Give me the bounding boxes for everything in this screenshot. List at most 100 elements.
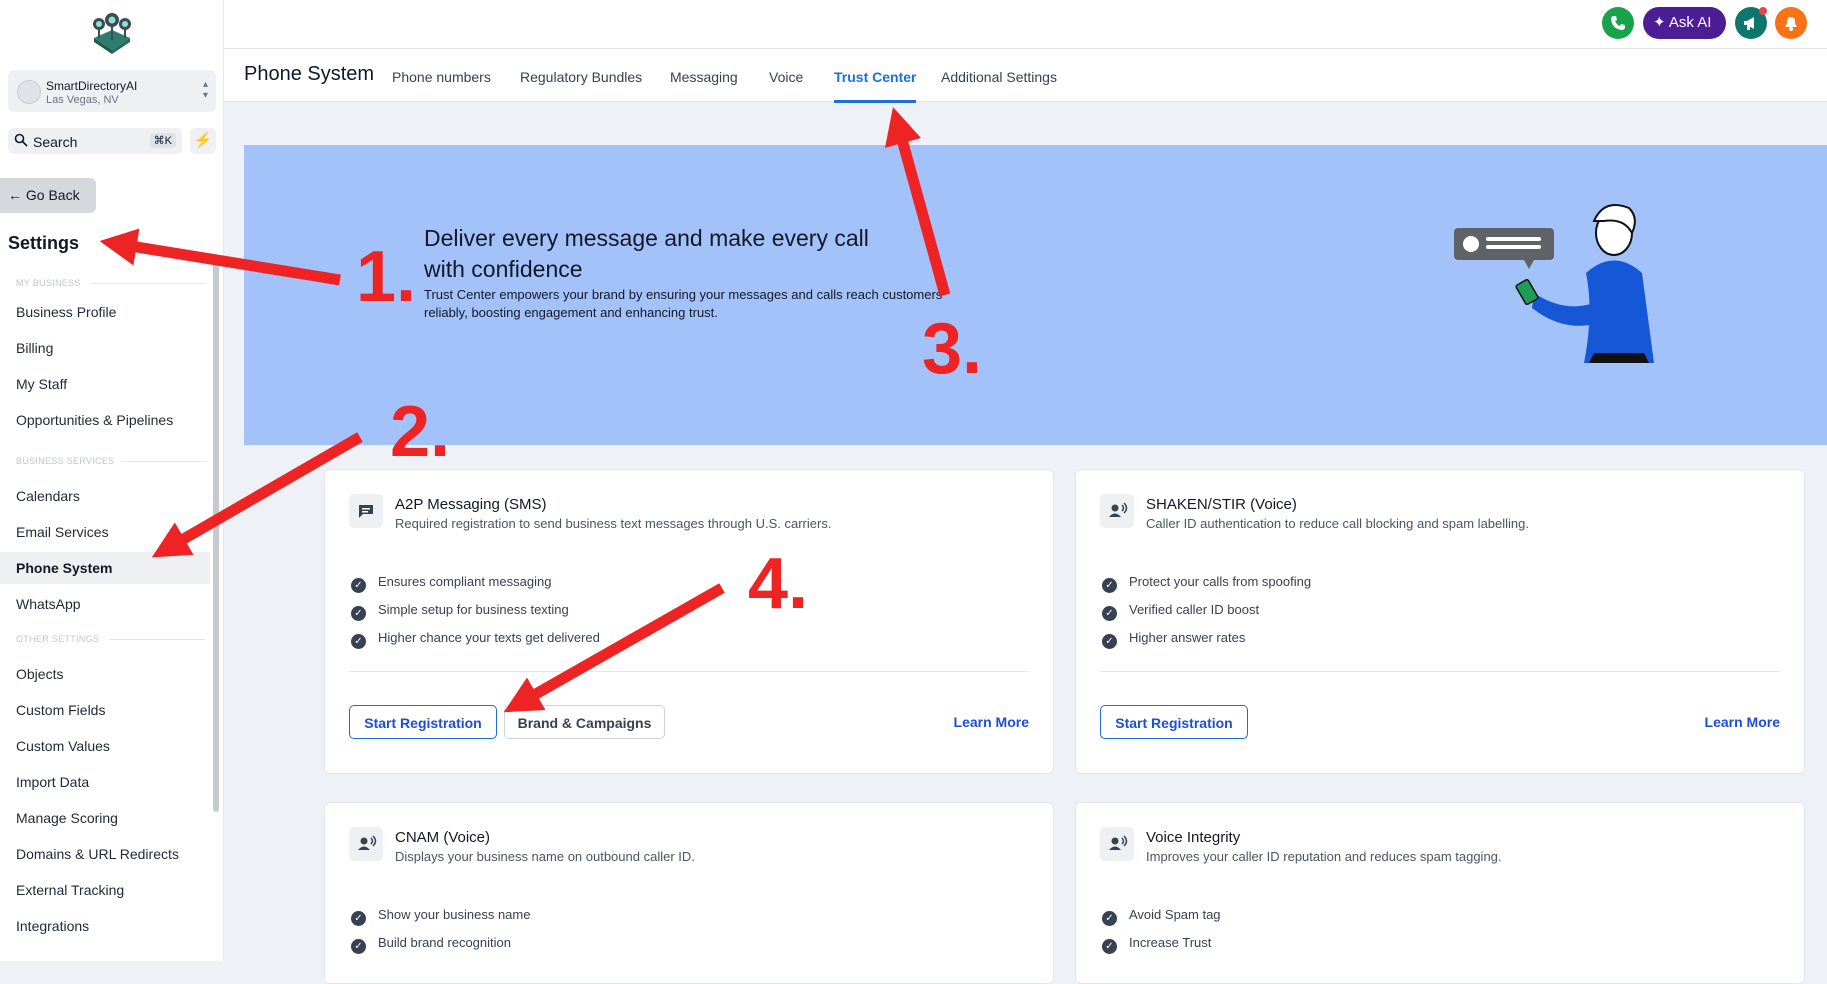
sidebar-item-custom-fields[interactable]: Custom Fields [0,694,210,726]
card-shaken-stir: SHAKEN/STIR (Voice) Caller ID authentica… [1075,469,1805,774]
card-description: Improves your caller ID reputation and r… [1146,849,1502,864]
voice-user-icon [1100,827,1134,861]
account-switcher[interactable]: SmartDirectoryAI Las Vegas, NV ▴ ▾ [8,70,216,112]
chevron-updown-icon: ▴ ▾ [202,79,208,101]
tab-additional-settings[interactable]: Additional Settings [941,69,1057,85]
account-location: Las Vegas, NV [46,94,119,106]
check-circle-icon: ✓ [1102,634,1117,649]
feature-item: ✓ Higher chance your texts get delivered [351,630,600,649]
sidebar-item-manage-scoring[interactable]: Manage Scoring [0,802,210,834]
sidebar-item-my-staff[interactable]: My Staff [0,368,210,400]
feature-item: ✓ Higher answer rates [1102,630,1245,649]
check-circle-icon: ✓ [351,606,366,621]
sidebar-item-whatsapp[interactable]: WhatsApp [0,588,210,620]
feature-item: ✓ Build brand recognition [351,935,511,954]
card-description: Caller ID authentication to reduce call … [1146,516,1529,531]
card-description: Required registration to send business t… [395,516,832,531]
sidebar-item-billing[interactable]: Billing [0,332,210,364]
page-title: Phone System [244,63,375,85]
ask-ai-button[interactable]: ✦ Ask AI [1643,7,1726,39]
sidebar-item-external-tracking[interactable]: External Tracking [0,874,210,906]
card-title: SHAKEN/STIR (Voice) [1146,496,1297,513]
divider [1100,671,1780,672]
learn-more-link[interactable]: Learn More [1705,714,1780,730]
sidebar-item-calendars[interactable]: Calendars [0,480,210,512]
sidebar-item-business-profile[interactable]: Business Profile [0,296,210,328]
learn-more-link[interactable]: Learn More [954,714,1029,730]
account-name: SmartDirectoryAI [46,79,138,93]
person-phone-illustration [1454,204,1654,363]
location-avatar-icon [17,80,41,104]
card-title: CNAM (Voice) [395,829,491,846]
banner-heading: Deliver every message and make every cal… [424,225,869,282]
start-registration-button[interactable]: Start Registration [349,705,497,739]
banner-text: Trust Center empowers your brand by ensu… [424,287,943,320]
check-circle-icon: ✓ [351,939,366,954]
card-a2p-messaging: A2P Messaging (SMS) Required registratio… [324,469,1054,774]
check-circle-icon: ✓ [1102,939,1117,954]
trust-center-banner: Deliver every message and make every cal… [244,145,1827,445]
sidebar: SmartDirectoryAI Las Vegas, NV ▴ ▾ Search… [0,0,224,961]
card-title: Voice Integrity [1146,829,1241,846]
sidebar-item-integrations[interactable]: Integrations [0,910,210,942]
divider [349,671,1029,672]
check-circle-icon: ✓ [1102,606,1117,621]
megaphone-icon[interactable] [1735,7,1767,39]
notification-dot [1759,7,1767,15]
annotation-number-4: 4. [748,544,809,624]
voice-user-icon [349,827,383,861]
feature-item: ✓ Ensures compliant messaging [351,574,551,593]
sidebar-item-import-data[interactable]: Import Data [0,766,210,798]
go-back-button[interactable]: ← Go Back [0,178,96,213]
sidebar-item-email-services[interactable]: Email Services [0,516,210,548]
top-header: ✦ Ask AI [224,0,1827,49]
tab-messaging[interactable]: Messaging [670,69,738,85]
sidebar-item-custom-values[interactable]: Custom Values [0,730,210,762]
section-other-settings: OTHER SETTINGS [16,634,206,644]
section-business-services: BUSINESS SERVICES [16,456,206,466]
check-circle-icon: ✓ [351,634,366,649]
check-circle-icon: ✓ [351,911,366,926]
card-voice-integrity: Voice Integrity Improves your caller ID … [1075,802,1805,984]
feature-item: ✓ Simple setup for business texting [351,602,569,621]
annotation-number-1: 1. [356,237,417,317]
bell-icon[interactable] [1775,7,1807,39]
feature-item: ✓ Protect your calls from spoofing [1102,574,1311,593]
phone-system-subnav: Phone System Phone numbers Regulatory Bu… [224,49,1827,103]
app-logo [93,13,131,54]
check-circle-icon: ✓ [1102,911,1117,926]
tab-voice[interactable]: Voice [769,69,803,85]
sidebar-item-opportunities[interactable]: Opportunities & Pipelines [0,404,210,436]
sidebar-item-phone-system[interactable]: Phone System [0,552,210,584]
search-label: Search [33,134,78,150]
check-circle-icon: ✓ [1102,578,1117,593]
settings-title: Settings [8,233,80,253]
lightning-icon[interactable]: ⚡ [190,128,216,154]
annotation-number-2: 2. [390,392,451,472]
feature-item: ✓ Show your business name [351,907,530,926]
ask-ai-label: Ask AI [1668,14,1712,31]
sparkle-icon: ✦ [1653,14,1666,31]
feature-item: ✓ Verified caller ID boost [1102,602,1259,621]
tab-trust-center[interactable]: Trust Center [834,69,917,103]
chat-icon [349,494,383,528]
tab-phone-numbers[interactable]: Phone numbers [392,69,491,85]
phone-icon[interactable] [1602,7,1634,39]
start-registration-button[interactable]: Start Registration [1100,705,1248,739]
go-back-label: Go Back [25,187,80,203]
search-box[interactable]: Search ⌘K [8,128,182,154]
sidebar-scrollbar[interactable] [213,262,219,812]
card-description: Displays your business name on outbound … [395,849,695,864]
card-title: A2P Messaging (SMS) [395,496,547,513]
sidebar-item-objects[interactable]: Objects [0,658,210,690]
brand-campaigns-button[interactable]: Brand & Campaigns [504,705,665,739]
card-cnam: CNAM (Voice) Displays your business name… [324,802,1054,984]
check-circle-icon: ✓ [351,578,366,593]
search-shortcut: ⌘K [149,133,176,148]
tab-regulatory-bundles[interactable]: Regulatory Bundles [520,69,642,85]
search-icon [14,133,28,147]
section-my-business: MY BUSINESS [16,278,206,288]
annotation-number-3: 3. [922,309,983,389]
sidebar-item-domains[interactable]: Domains & URL Redirects [0,838,210,870]
feature-item: ✓ Increase Trust [1102,935,1211,954]
